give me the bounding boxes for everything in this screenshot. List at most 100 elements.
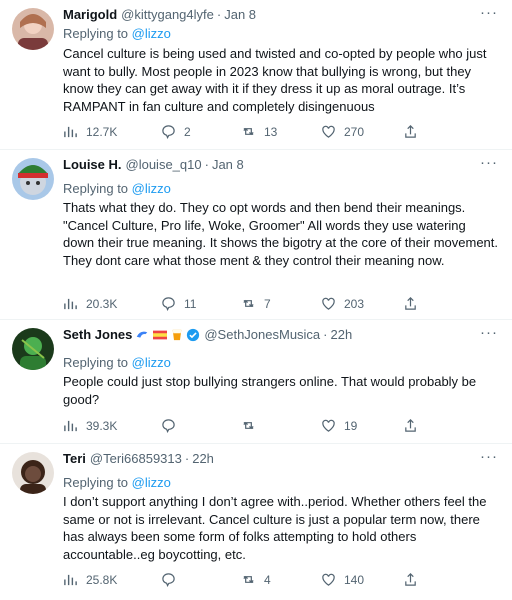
- tweet-actions: 39.3K 19: [63, 418, 443, 436]
- avatar[interactable]: [12, 328, 54, 370]
- views-count: 20.3K: [86, 296, 118, 311]
- reply-icon: [162, 125, 175, 139]
- avatar[interactable]: [12, 452, 54, 494]
- replying-to-label: Replying to: [63, 26, 129, 41]
- like-button[interactable]: 203: [321, 296, 364, 311]
- retweet-button[interactable]: 7: [241, 296, 271, 311]
- retweet-count: 7: [264, 296, 271, 311]
- tweet-header: Louise H. @louise_q10 · Jan 8: [63, 156, 472, 173]
- reply-button[interactable]: 11: [161, 296, 196, 311]
- like-count: 203: [344, 296, 365, 311]
- reply-button[interactable]: [161, 572, 184, 587]
- replying-to: Replying to @lizzo: [63, 25, 171, 42]
- tweet-text: Thats what they do. They co opt words an…: [63, 200, 498, 268]
- author-handle[interactable]: @SethJonesMusica: [204, 326, 320, 343]
- reply-count: 2: [184, 124, 191, 139]
- replying-to-label: Replying to: [63, 181, 129, 196]
- tweet-marigold[interactable]: Marigold @kittygang4lyfe · Jan 8 ··· Rep…: [0, 0, 512, 150]
- share-icon: [405, 297, 416, 310]
- author-handle[interactable]: @Teri66859313: [90, 450, 182, 467]
- retweet-icon: [243, 127, 254, 136]
- retweet-icon: [243, 299, 254, 308]
- tweet-teri[interactable]: Teri @Teri66859313 · 22h ··· Replying to…: [0, 444, 512, 600]
- tweet-louise[interactable]: Louise H. @louise_q10 · Jan 8 ··· Replyi…: [0, 150, 512, 320]
- tweet-actions: 12.7K 2 13 270: [63, 124, 443, 142]
- like-count: 19: [344, 418, 358, 433]
- more-icon[interactable]: ···: [480, 448, 498, 465]
- share-icon: [405, 125, 416, 138]
- share-button[interactable]: [403, 296, 418, 311]
- tweet-actions: 20.3K 11 7 203: [63, 296, 443, 314]
- reply-icon: [162, 573, 175, 587]
- replying-to-label: Replying to: [63, 475, 129, 490]
- reply-button[interactable]: [161, 418, 184, 433]
- share-icon: [405, 573, 416, 586]
- replying-to: Replying to @lizzo: [63, 180, 171, 197]
- replying-to: Replying to @lizzo: [63, 354, 171, 371]
- replying-to-label: Replying to: [63, 355, 129, 370]
- timestamp[interactable]: Jan 8: [224, 6, 256, 23]
- retweet-button[interactable]: 13: [241, 124, 277, 139]
- retweet-icon: [243, 421, 254, 430]
- drink-emoji-icon: [171, 328, 183, 342]
- views-button[interactable]: 12.7K: [63, 124, 117, 139]
- separator-dot: ·: [216, 7, 222, 22]
- share-button[interactable]: [403, 418, 418, 433]
- like-icon: [322, 297, 335, 310]
- tweet-seth-jones[interactable]: Seth Jones @SethJonesMusica · 22h ··· Re…: [0, 320, 512, 444]
- views-button[interactable]: 39.3K: [63, 418, 117, 433]
- views-count: 12.7K: [86, 124, 118, 139]
- replying-to-mention[interactable]: @lizzo: [132, 26, 171, 41]
- author-name[interactable]: Seth Jones: [63, 326, 132, 343]
- reply-icon: [162, 419, 175, 433]
- replying-to-mention[interactable]: @lizzo: [132, 181, 171, 196]
- separator-dot: ·: [323, 327, 328, 342]
- author-name[interactable]: Louise H.: [63, 156, 122, 173]
- replying-to: Replying to @lizzo: [63, 474, 171, 491]
- author-name[interactable]: Teri: [63, 450, 86, 467]
- replying-to-mention[interactable]: @lizzo: [132, 475, 171, 490]
- avatar[interactable]: [12, 8, 54, 50]
- like-icon: [322, 419, 335, 432]
- share-button[interactable]: [403, 124, 418, 139]
- like-button[interactable]: 19: [321, 418, 357, 433]
- dolphin-emoji-icon: [135, 328, 149, 342]
- timestamp[interactable]: 22h: [192, 450, 214, 467]
- views-count: 39.3K: [86, 418, 118, 433]
- author-handle[interactable]: @kittygang4lyfe: [121, 6, 214, 23]
- timestamp[interactable]: Jan 8: [212, 156, 244, 173]
- more-icon[interactable]: ···: [480, 154, 498, 171]
- timestamp[interactable]: 22h: [331, 326, 353, 343]
- separator-dot: ·: [204, 157, 209, 172]
- views-count: 25.8K: [86, 572, 118, 587]
- tweet-text: Cancel culture is being used and twisted…: [63, 46, 487, 114]
- more-icon[interactable]: ···: [480, 324, 498, 341]
- retweet-button[interactable]: 4: [241, 572, 271, 587]
- share-button[interactable]: [403, 572, 418, 587]
- replying-to-mention[interactable]: @lizzo: [132, 355, 171, 370]
- tweet-header: Seth Jones @SethJonesMusica · 22h: [63, 326, 472, 343]
- verified-icon: [186, 328, 200, 342]
- retweet-button[interactable]: [241, 418, 264, 433]
- tweet-text: People could just stop bullying stranger…: [63, 374, 477, 407]
- reply-count: 11: [184, 296, 197, 311]
- like-icon: [322, 573, 335, 586]
- tweet-header: Teri @Teri66859313 · 22h: [63, 450, 472, 467]
- retweet-count: 13: [264, 124, 278, 139]
- tweet-actions: 25.8K 4 140: [63, 572, 443, 590]
- tweet-header: Marigold @kittygang4lyfe · Jan 8: [63, 6, 472, 23]
- reply-button[interactable]: 2: [161, 124, 191, 139]
- avatar[interactable]: [12, 158, 54, 200]
- retweet-count: 4: [264, 572, 271, 587]
- tweet-text: I don’t support anything I don’t agree w…: [63, 494, 487, 562]
- author-name[interactable]: Marigold: [63, 6, 117, 23]
- like-button[interactable]: 270: [321, 124, 364, 139]
- separator-dot: ·: [184, 451, 190, 466]
- more-icon[interactable]: ···: [480, 4, 498, 21]
- like-button[interactable]: 140: [321, 572, 364, 587]
- like-count: 140: [344, 572, 365, 587]
- views-icon: [64, 574, 77, 586]
- views-button[interactable]: 20.3K: [63, 296, 117, 311]
- author-handle[interactable]: @louise_q10: [126, 156, 202, 173]
- views-button[interactable]: 25.8K: [63, 572, 117, 587]
